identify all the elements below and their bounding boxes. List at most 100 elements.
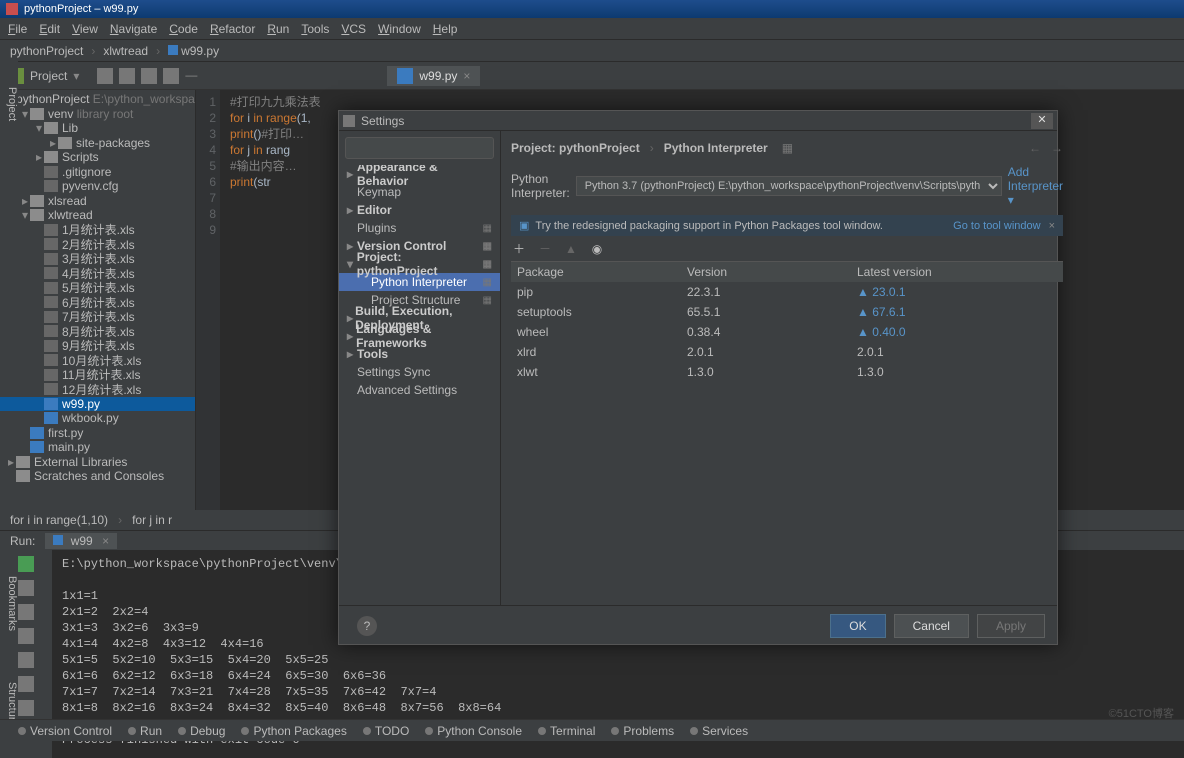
package-row[interactable]: xlwt1.3.01.3.0	[511, 362, 1063, 382]
crumb[interactable]: for j in r	[132, 513, 172, 527]
py-icon	[397, 68, 413, 84]
up-icon[interactable]	[18, 604, 34, 620]
tree-item[interactable]: 12月统计表.xls	[0, 382, 195, 397]
menu-code[interactable]: Code	[169, 22, 198, 36]
menu-refactor[interactable]: Refactor	[210, 22, 255, 36]
remove-package-icon[interactable]: －	[537, 240, 553, 257]
run-tab[interactable]: w99 ×	[45, 533, 117, 549]
close-button[interactable]: ✕	[1031, 113, 1053, 129]
tree-item[interactable]: ▾venv library root	[0, 107, 195, 122]
print-icon[interactable]	[18, 676, 34, 692]
settings-nav-item[interactable]: Settings Sync	[339, 363, 500, 381]
hide-icon[interactable]: —	[185, 68, 201, 84]
tree-item[interactable]: ▾pythonProject E:\python_workspac	[0, 92, 195, 107]
package-row[interactable]: setuptools65.5.1▲ 67.6.1	[511, 302, 1063, 322]
col-latest[interactable]: Latest version	[851, 262, 1063, 282]
crumb[interactable]: xlwtread	[103, 44, 148, 58]
close-icon[interactable]: ×	[1049, 220, 1055, 232]
settings-dialog: Settings ✕ ▸Appearance & BehaviorKeymap▸…	[338, 110, 1058, 645]
settings-nav-item[interactable]: Plugins▦	[339, 219, 500, 237]
col-package[interactable]: Package	[511, 262, 681, 282]
settings-nav-item[interactable]: ▸Languages & Frameworks	[339, 327, 500, 345]
forward-icon[interactable]: →	[1051, 141, 1063, 155]
editor-tab[interactable]: w99.py ×	[387, 66, 480, 86]
watermark: ©51CTO博客	[1109, 705, 1174, 721]
status-python-packages[interactable]: Python Packages	[241, 724, 346, 738]
status-problems[interactable]: Problems	[611, 724, 674, 738]
cancel-button[interactable]: Cancel	[894, 614, 969, 638]
tree-item[interactable]: ▸Scripts	[0, 150, 195, 165]
show-early-icon[interactable]: ◉	[589, 242, 605, 256]
go-to-tool-window-link[interactable]: Go to tool window	[953, 220, 1040, 232]
menu-window[interactable]: Window	[378, 22, 421, 36]
tree-item[interactable]: main.py	[0, 440, 195, 455]
back-icon[interactable]: ←	[1029, 141, 1041, 155]
crumb[interactable]: w99.py	[168, 44, 219, 58]
settings-nav-item[interactable]: ▸Appearance & Behavior	[339, 165, 500, 183]
down-icon[interactable]	[18, 628, 34, 644]
status-version-control[interactable]: Version Control	[18, 724, 112, 738]
tree-item[interactable]: ▾Lib	[0, 121, 195, 136]
tool-window-bookmarks[interactable]: Bookmarks	[0, 560, 18, 640]
main-toolbar: Project ▾ — w99.py ×	[0, 62, 1184, 90]
package-row[interactable]: pip22.3.1▲ 23.0.1	[511, 282, 1063, 302]
trash-icon[interactable]	[18, 700, 34, 716]
rerun-icon[interactable]	[18, 556, 34, 572]
tree-item[interactable]: w99.py	[0, 397, 195, 412]
tool-window-project[interactable]: Project	[0, 60, 18, 140]
menu-navigate[interactable]: Navigate	[110, 22, 157, 36]
tree-item[interactable]: ▸site-packages	[0, 136, 195, 151]
menu-view[interactable]: View	[72, 22, 98, 36]
settings-search-input[interactable]	[345, 137, 494, 159]
crumb: Project: pythonProject	[511, 141, 640, 155]
close-icon[interactable]: ×	[463, 69, 470, 83]
collapse-icon[interactable]	[141, 68, 157, 84]
locate-icon[interactable]	[97, 68, 113, 84]
upgrade-package-icon[interactable]: ▲	[563, 242, 579, 256]
help-button[interactable]: ?	[357, 616, 377, 636]
crumb[interactable]: pythonProject	[10, 44, 83, 58]
package-row[interactable]: wheel0.38.4▲ 0.40.0	[511, 322, 1063, 342]
packages-table[interactable]: Package Version Latest version pip22.3.1…	[511, 261, 1063, 599]
stop-icon[interactable]	[18, 580, 34, 596]
apply-button[interactable]: Apply	[977, 614, 1045, 638]
col-version[interactable]: Version	[681, 262, 851, 282]
tree-item[interactable]: .gitignore	[0, 165, 195, 180]
status-services[interactable]: Services	[690, 724, 748, 738]
menu-vcs[interactable]: VCS	[341, 22, 366, 36]
crumb[interactable]: for i in range(1,10)	[10, 513, 108, 527]
settings-nav[interactable]: ▸Appearance & BehaviorKeymap▸EditorPlugi…	[339, 165, 500, 605]
tree-item[interactable]: first.py	[0, 426, 195, 441]
status-run[interactable]: Run	[128, 724, 162, 738]
status-python-console[interactable]: Python Console	[425, 724, 522, 738]
status-terminal[interactable]: Terminal	[538, 724, 595, 738]
status-todo[interactable]: TODO	[363, 724, 409, 738]
ok-button[interactable]: OK	[830, 614, 885, 638]
menu-edit[interactable]: Edit	[39, 22, 60, 36]
menu-run[interactable]: Run	[267, 22, 289, 36]
tree-item[interactable]: wkbook.py	[0, 411, 195, 426]
run-label: Run:	[10, 534, 35, 548]
tree-item[interactable]: ▸External Libraries	[0, 455, 195, 470]
title-bar: pythonProject – w99.py	[0, 0, 1184, 18]
softwrap-icon[interactable]	[18, 652, 34, 668]
project-label[interactable]: Project	[30, 69, 67, 83]
add-interpreter-link[interactable]: Add Interpreter ▾	[1008, 165, 1063, 207]
tree-item[interactable]: pyvenv.cfg	[0, 179, 195, 194]
package-row[interactable]: xlrd2.0.12.0.1	[511, 342, 1063, 362]
add-package-icon[interactable]: ＋	[511, 240, 527, 257]
settings-nav-item[interactable]: Advanced Settings	[339, 381, 500, 399]
settings-nav-item[interactable]: ▸Editor	[339, 201, 500, 219]
menu-file[interactable]: File	[8, 22, 27, 36]
tree-item[interactable]: Scratches and Consoles	[0, 469, 195, 484]
gear-icon[interactable]	[163, 68, 179, 84]
interpreter-select[interactable]: Python 3.7 (pythonProject) E:\python_wor…	[576, 176, 1002, 196]
close-icon[interactable]: ×	[102, 534, 109, 548]
menu-tools[interactable]: Tools	[301, 22, 329, 36]
project-tree[interactable]: ▾pythonProject E:\python_workspac▾venv l…	[0, 90, 196, 510]
tree-item[interactable]: ▸xlsread	[0, 194, 195, 209]
status-debug[interactable]: Debug	[178, 724, 225, 738]
expand-icon[interactable]	[119, 68, 135, 84]
menu-help[interactable]: Help	[433, 22, 458, 36]
settings-nav-item[interactable]: ▾Project: pythonProject▦	[339, 255, 500, 273]
